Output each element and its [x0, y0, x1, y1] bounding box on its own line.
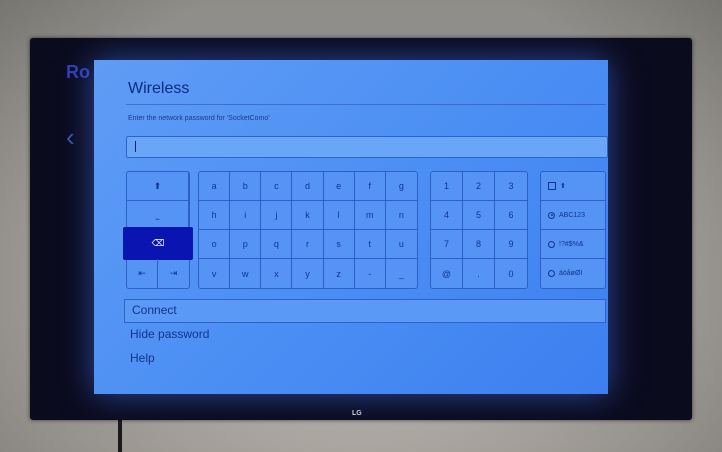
letter-key[interactable]: z — [324, 259, 355, 288]
letter-keypad: a b c d e f g h i j k l m n o p q r s t u v w x y z - _ — [198, 171, 418, 289]
number-key[interactable]: 4 — [431, 201, 463, 230]
shift-toggle[interactable]: ⬆ — [541, 172, 605, 201]
checkbox-icon — [548, 182, 556, 190]
backspace-key[interactable]: ⌫ — [123, 227, 193, 260]
letter-key[interactable]: f — [354, 172, 386, 201]
letter-key[interactable]: g — [385, 172, 417, 201]
background-brand-text: Ro — [66, 62, 90, 82]
title-divider — [126, 104, 606, 105]
radio-selected-icon — [548, 211, 555, 219]
number-key[interactable]: @ — [431, 259, 463, 288]
number-key[interactable]: 6 — [495, 201, 527, 230]
letter-key[interactable]: c — [261, 172, 293, 201]
number-key[interactable]: 8 — [463, 230, 495, 259]
password-input[interactable] — [126, 136, 608, 158]
control-keypad: ⬆ ⎵ ⌫ ⇤ ⇥ — [123, 171, 193, 289]
letter-key[interactable]: t — [354, 230, 386, 259]
mode-keypad: ⬆ ABC123 !?#$%& äöåøØI — [540, 171, 606, 289]
number-key[interactable]: 9 — [495, 230, 527, 259]
mode-accents[interactable]: äöåøØI — [541, 259, 605, 288]
cursor-right-key[interactable]: ⇥ — [158, 259, 189, 288]
letter-key[interactable]: n — [385, 201, 417, 230]
letter-key[interactable]: k — [292, 201, 324, 230]
number-keypad: 1 2 3 4 5 6 7 8 9 @. 0 — [430, 171, 528, 289]
letter-key[interactable]: b — [230, 172, 262, 201]
tv-cable — [118, 420, 122, 452]
cursor-left-key[interactable]: ⇤ — [127, 259, 158, 288]
letter-key[interactable]: q — [261, 230, 293, 259]
text-caret — [135, 141, 136, 152]
letter-key[interactable]: u — [385, 230, 417, 259]
letter-key[interactable]: e — [323, 172, 355, 201]
hide-password-option[interactable]: Hide password — [130, 327, 209, 341]
shift-key[interactable]: ⬆ — [127, 172, 189, 201]
letter-key[interactable]: j — [261, 201, 293, 230]
number-key[interactable]: 5 — [463, 201, 495, 230]
connect-highlight — [124, 299, 606, 323]
radio-icon — [548, 270, 555, 277]
letter-key[interactable]: x — [261, 259, 293, 288]
letter-key[interactable]: a — [199, 172, 231, 201]
password-prompt: Enter the network password for 'SocketCo… — [128, 115, 270, 122]
dialog-title: Wireless — [128, 80, 190, 97]
letter-key[interactable]: w — [230, 259, 262, 288]
mode-abc123[interactable]: ABC123 — [541, 201, 605, 230]
letter-key[interactable]: _ — [386, 259, 417, 288]
letter-key[interactable]: o — [199, 230, 231, 259]
number-key[interactable]: 1 — [431, 172, 463, 201]
shift-arrow-icon: ⬆ — [560, 183, 566, 190]
letter-key[interactable]: s — [323, 230, 355, 259]
letter-key[interactable]: - — [355, 259, 386, 288]
number-key[interactable]: 0 — [495, 259, 527, 288]
help-option[interactable]: Help — [130, 351, 155, 365]
letter-key[interactable]: v — [199, 259, 231, 288]
letter-key[interactable]: m — [354, 201, 386, 230]
letter-key[interactable]: r — [292, 230, 324, 259]
number-key[interactable]: 7 — [431, 230, 463, 259]
letter-key[interactable]: l — [323, 201, 355, 230]
radio-icon — [548, 240, 555, 248]
number-key[interactable]: 3 — [495, 172, 527, 201]
letter-key[interactable]: p — [230, 230, 262, 259]
letter-key[interactable]: h — [199, 201, 231, 230]
background-back-chevron-icon: ‹ — [66, 122, 75, 152]
tv-logo: LG — [352, 410, 362, 417]
mode-symbols[interactable]: !?#$%& — [541, 230, 605, 259]
number-key[interactable]: . — [463, 259, 495, 288]
number-key[interactable]: 2 — [463, 172, 495, 201]
letter-key[interactable]: i — [230, 201, 262, 230]
space-key[interactable]: ⎵ — [127, 201, 189, 230]
letter-key[interactable]: d — [292, 172, 324, 201]
wireless-dialog: Wireless Enter the network password for … — [94, 60, 608, 394]
letter-key[interactable]: y — [292, 259, 324, 288]
connect-button[interactable]: Connect — [132, 303, 177, 317]
